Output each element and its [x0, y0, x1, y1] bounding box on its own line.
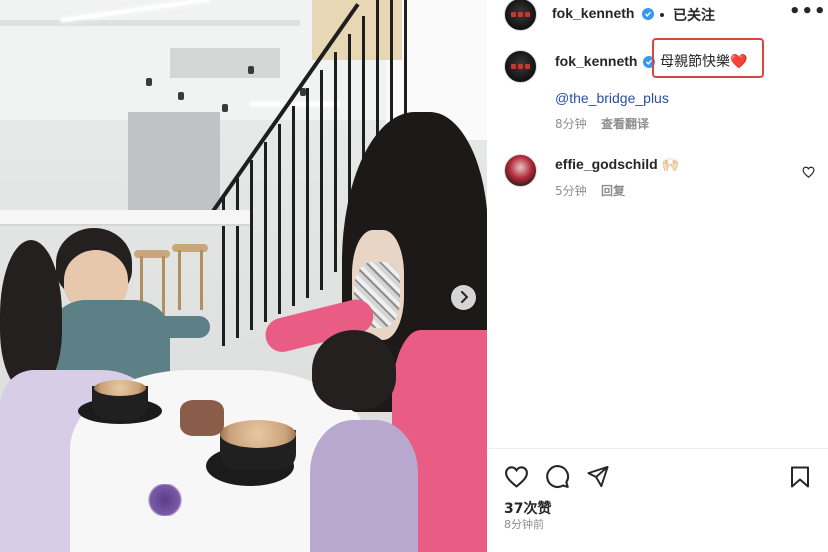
- more-options-button[interactable]: •••: [789, 1, 827, 22]
- rail-baluster: [236, 178, 239, 338]
- comment-row: effie_godschild 🙌🏻: [555, 156, 679, 173]
- author-username[interactable]: fok_kenneth: [552, 5, 634, 21]
- rail-baluster: [292, 106, 295, 306]
- post-side-panel: fok_kenneth 已关注 ••• fok_kenneth 母親節快樂❤️ …: [487, 0, 828, 552]
- rail-baluster: [306, 88, 309, 298]
- reply-button[interactable]: 回复: [601, 182, 625, 199]
- stool-leg: [200, 250, 203, 310]
- comment-bubble-icon[interactable]: [545, 464, 570, 493]
- separator-dot: [660, 13, 664, 17]
- spot-light: [248, 66, 254, 74]
- mention-link[interactable]: @the_bridge_plus: [555, 90, 669, 106]
- ceiling-beam: [0, 20, 300, 26]
- post-photo[interactable]: [0, 0, 487, 552]
- rail-baluster: [334, 52, 337, 272]
- spot-light: [146, 78, 152, 86]
- small-heart-icon[interactable]: [802, 163, 815, 182]
- back-wall: [128, 112, 220, 212]
- rail-baluster: [320, 70, 323, 290]
- girl-left-hair: [0, 240, 62, 390]
- caption-time: 8分钟: [555, 117, 587, 131]
- red-heart-emoji: ❤️: [730, 54, 748, 70]
- purple-flower: [146, 484, 184, 516]
- commenter-avatar[interactable]: [504, 154, 537, 187]
- caption-avatar[interactable]: [504, 50, 537, 83]
- latte-art: [94, 380, 146, 396]
- toddler-raincoat: [310, 420, 418, 552]
- bookmark-icon[interactable]: [790, 466, 810, 492]
- author-avatar[interactable]: [504, 0, 537, 31]
- post-timestamp: 8分钟前: [504, 518, 544, 531]
- caption-username[interactable]: fok_kenneth: [555, 53, 637, 69]
- bar-counter: [0, 210, 250, 226]
- like-count[interactable]: 37次赞: [504, 498, 551, 518]
- heart-icon[interactable]: [504, 465, 529, 492]
- boy-arm: [140, 316, 210, 338]
- paper-plane-icon[interactable]: [586, 465, 610, 492]
- avatar-logo: [505, 51, 536, 82]
- spot-light: [178, 92, 184, 100]
- translate-link[interactable]: 查看翻译: [601, 115, 649, 132]
- ceiling-light: [250, 102, 340, 106]
- toddler-hair: [312, 330, 396, 410]
- stool-leg: [162, 256, 165, 316]
- latte-art: [220, 420, 296, 448]
- actions-divider: [487, 448, 828, 449]
- carousel-next-button[interactable]: [451, 285, 476, 310]
- spot-light: [222, 104, 228, 112]
- follow-status-button[interactable]: 已关注: [673, 5, 715, 25]
- caption-text: 母親節快樂❤️: [660, 51, 747, 71]
- comment-time: 5分钟: [555, 184, 587, 198]
- caption-words: 母親節快樂: [660, 54, 730, 70]
- chevron-right-icon: [459, 288, 469, 307]
- comment-username[interactable]: effie_godschild: [555, 156, 658, 172]
- rail-baluster: [278, 124, 281, 314]
- stool-leg: [178, 250, 181, 310]
- avatar-logo: [505, 0, 536, 30]
- rail-baluster: [264, 142, 267, 322]
- dessert: [180, 400, 224, 436]
- ac-unit: [170, 48, 280, 78]
- verified-badge-icon: [642, 8, 654, 20]
- rail-baluster: [250, 160, 253, 330]
- comment-body: 🙌🏻: [661, 156, 680, 172]
